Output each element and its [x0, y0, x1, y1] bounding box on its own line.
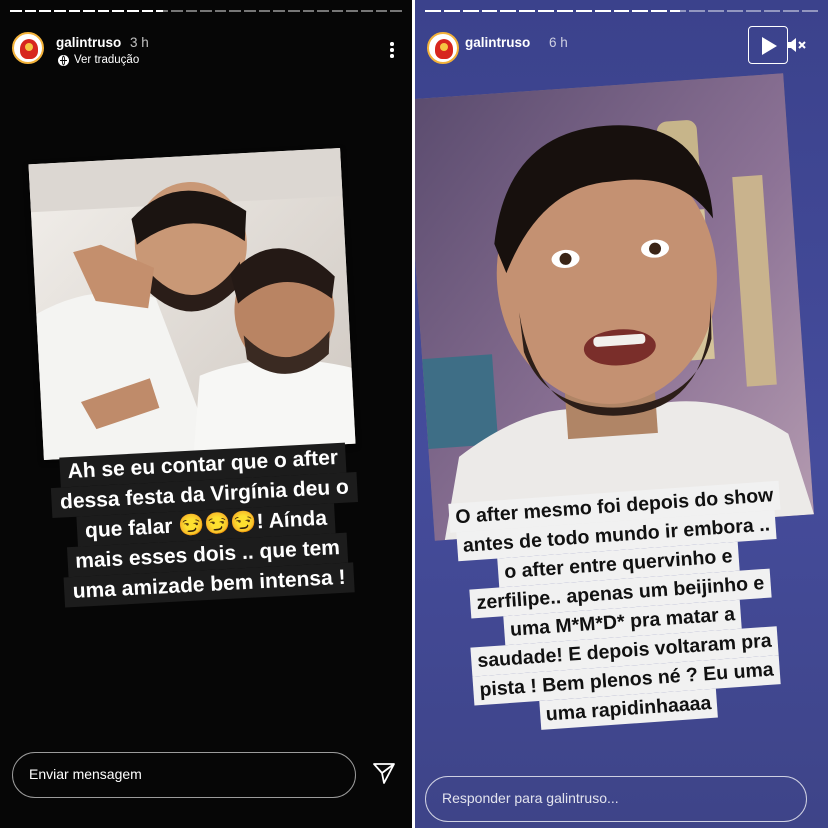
progress-segment	[594, 10, 611, 12]
story-header: galintruso 3 h Ver tradução	[12, 30, 400, 70]
progress-segment	[500, 10, 517, 12]
progress-segment	[613, 10, 630, 12]
avatar[interactable]	[427, 32, 459, 64]
story-progress-bar	[10, 10, 402, 12]
progress-segment	[273, 10, 285, 12]
story-photo	[28, 148, 356, 460]
story-caption: O after mesmo foi depois do show antes de…	[415, 478, 828, 738]
progress-segment	[68, 10, 81, 12]
progress-segment	[375, 10, 388, 12]
paper-plane-icon[interactable]	[372, 761, 396, 785]
progress-segment	[519, 10, 536, 12]
progress-segment	[670, 10, 687, 12]
progress-segment	[443, 10, 460, 12]
progress-segment	[783, 10, 800, 12]
progress-segment	[302, 10, 315, 12]
progress-segment	[425, 10, 441, 12]
story-right[interactable]: galintruso 6 h O after mesmo foi depois …	[415, 0, 828, 828]
story-left[interactable]: galintruso 3 h Ver tradução Ah se eu con…	[0, 0, 412, 828]
progress-segment	[214, 10, 227, 12]
more-vertical-icon[interactable]	[390, 42, 394, 58]
progress-segment	[632, 10, 649, 12]
progress-segment	[689, 10, 705, 12]
translate-link[interactable]: Ver tradução	[58, 54, 139, 66]
progress-segment	[200, 10, 212, 12]
progress-segment	[317, 10, 329, 12]
progress-segment	[170, 10, 183, 12]
globe-icon	[58, 54, 69, 66]
progress-segment	[244, 10, 256, 12]
progress-segment	[39, 10, 51, 12]
username[interactable]: galintruso	[56, 35, 121, 50]
progress-segment	[707, 10, 724, 12]
progress-segment	[575, 10, 592, 12]
progress-segment	[390, 10, 402, 12]
progress-segment	[10, 10, 22, 12]
reply-input[interactable]: Responder para galintruso...	[425, 776, 807, 822]
translate-label: Ver tradução	[74, 54, 140, 66]
progress-segment	[538, 10, 555, 12]
progress-segment	[726, 10, 743, 12]
message-input[interactable]: Enviar mensagem	[12, 752, 356, 798]
message-placeholder: Enviar mensagem	[29, 766, 142, 782]
timestamp: 3 h	[130, 35, 149, 50]
progress-segment	[346, 10, 358, 12]
progress-segment	[229, 10, 241, 12]
volume-muted-icon[interactable]	[786, 35, 808, 55]
progress-segment	[651, 10, 668, 12]
progress-segment	[557, 10, 573, 12]
progress-segment	[258, 10, 271, 12]
progress-segment	[97, 10, 110, 12]
play-icon[interactable]	[748, 26, 788, 64]
progress-segment	[127, 10, 139, 12]
progress-segment	[481, 10, 498, 12]
progress-segment	[361, 10, 373, 12]
progress-segment	[83, 10, 95, 12]
progress-segment	[745, 10, 762, 12]
progress-segment	[764, 10, 781, 12]
progress-segment	[53, 10, 66, 12]
reply-placeholder: Responder para galintruso...	[442, 790, 619, 806]
progress-segment	[141, 10, 154, 12]
progress-segment	[287, 10, 300, 12]
story-progress-bar	[425, 10, 819, 12]
progress-segment	[802, 10, 819, 12]
story-caption: Ah se eu contar que o after dessa festa d…	[0, 439, 412, 610]
progress-segment	[24, 10, 37, 12]
story-video-frame	[415, 73, 814, 541]
progress-segment	[156, 10, 168, 12]
username[interactable]: galintruso	[465, 35, 530, 50]
avatar[interactable]	[12, 32, 44, 64]
progress-segment	[462, 10, 479, 12]
timestamp: 6 h	[549, 35, 568, 50]
progress-segment	[112, 10, 124, 12]
progress-segment	[331, 10, 344, 12]
progress-segment	[185, 10, 198, 12]
